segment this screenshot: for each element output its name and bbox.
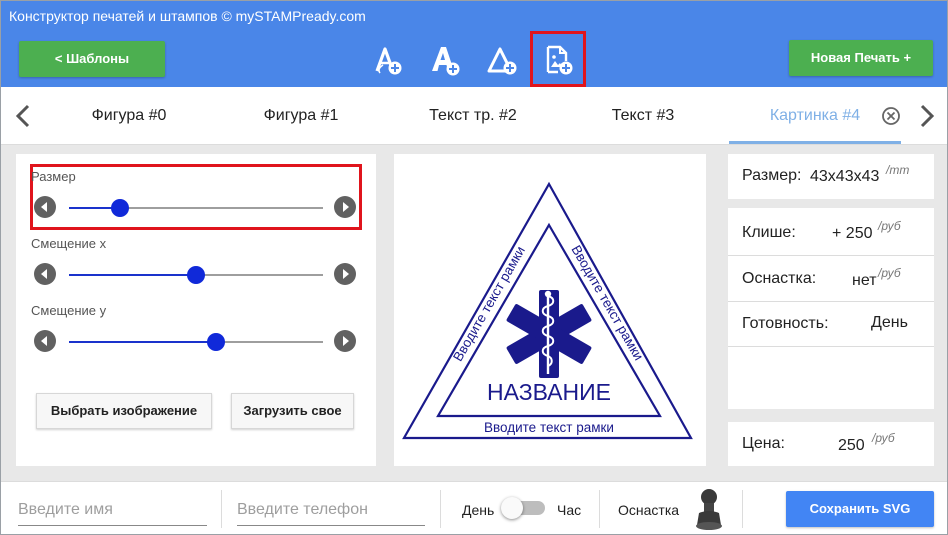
name-input[interactable]: [18, 494, 207, 526]
size-increase-button[interactable]: [334, 196, 356, 218]
tab-text-triangle-2[interactable]: Текст тр. #2: [393, 87, 553, 145]
order-bar: День Час Оснастка Сохранить SVG: [1, 481, 947, 534]
info-divider: [728, 301, 934, 302]
tab-text-3[interactable]: Текст #3: [567, 87, 719, 145]
hour-label: Час: [557, 502, 582, 518]
divider: [742, 490, 743, 528]
tabs-prev-arrow-icon[interactable]: [11, 101, 35, 131]
toolbar: < Шаблоны Новая Печать +: [1, 31, 947, 87]
workspace: Размер Смещение x Смещение y Выбрать изо…: [1, 145, 947, 481]
new-stamp-button[interactable]: Новая Печать +: [789, 40, 933, 76]
price-value: 250: [838, 437, 865, 454]
add-circle-text-icon[interactable]: [371, 43, 405, 77]
stamp-name-text: НАЗВАНИЕ: [487, 379, 611, 405]
choose-image-button[interactable]: Выбрать изображение: [36, 393, 212, 429]
price-label: Цена:: [742, 435, 785, 452]
stamp-preview-panel: Вводите текст рамки Вводите текст рамки …: [394, 154, 706, 466]
close-tab-icon[interactable]: [881, 106, 901, 126]
stamp-handle-icon[interactable]: [691, 487, 727, 533]
size-info-unit: /mm: [886, 163, 910, 177]
app-window: Конструктор печатей и штампов © mySTAMPr…: [0, 0, 948, 535]
add-triangle-text-icon[interactable]: [485, 43, 519, 77]
price-info-card: Цена: 250 /руб: [728, 422, 934, 466]
day-label: День: [462, 502, 495, 518]
mount-info-label: Оснастка:: [742, 270, 817, 287]
image-settings-panel: Размер Смещение x Смещение y Выбрать изо…: [16, 154, 376, 466]
offset-x-slider-thumb[interactable]: [187, 266, 205, 284]
offset-y-decrease-button[interactable]: [34, 330, 56, 352]
layer-tabs: Фигура #0 Фигура #1 Текст тр. #2 Текст #…: [1, 87, 947, 145]
readiness-toggle-knob[interactable]: [501, 497, 523, 519]
stamp-bottom-frame-text: Вводите текст рамки: [484, 420, 614, 435]
window-title: Конструктор печатей и штампов © mySTAMPr…: [1, 1, 947, 31]
upload-own-button[interactable]: Загрузить свое: [231, 393, 354, 429]
cliche-label: Клише:: [742, 224, 796, 241]
info-divider: [728, 255, 934, 256]
cost-info-card: Клише: + 250 /руб Оснастка: нет /руб Гот…: [728, 208, 934, 409]
offset-x-increase-button[interactable]: [334, 263, 356, 285]
offset-x-slider-fill: [69, 274, 196, 276]
add-image-highlight: [530, 31, 586, 87]
tab-figure-1[interactable]: Фигура #1: [223, 87, 379, 145]
offset-x-decrease-button[interactable]: [34, 263, 56, 285]
mount-label: Оснастка: [618, 502, 680, 518]
cliche-value: + 250: [832, 225, 873, 242]
size-info-value: 43x43x43: [810, 168, 880, 185]
price-unit: /руб: [872, 431, 895, 445]
cliche-unit: /руб: [878, 219, 901, 233]
add-text-icon[interactable]: [428, 43, 462, 77]
ready-label: Готовность:: [742, 315, 829, 332]
templates-button[interactable]: < Шаблоны: [19, 41, 165, 77]
tabs-next-arrow-icon[interactable]: [915, 101, 939, 131]
size-slider-thumb[interactable]: [110, 199, 129, 217]
divider: [221, 490, 222, 528]
size-slider-highlight: [30, 164, 362, 230]
mount-info-unit: /руб: [878, 266, 901, 280]
size-slider-label: Размер: [31, 169, 76, 184]
tab-image-4[interactable]: Картинка #4: [737, 87, 893, 145]
offset-x-slider-label: Смещение x: [31, 236, 107, 251]
tab-figure-0[interactable]: Фигура #0: [51, 87, 207, 145]
size-decrease-button[interactable]: [34, 196, 56, 218]
size-info-card: Размер: 43x43x43 /mm: [728, 154, 934, 199]
active-tab-indicator: [729, 141, 901, 144]
star-of-life-icon: [506, 290, 592, 378]
mount-info-value: нет: [852, 272, 877, 289]
ready-value: День: [871, 314, 908, 331]
size-info-label: Размер:: [742, 167, 802, 184]
offset-y-slider-label: Смещение y: [31, 303, 107, 318]
phone-input[interactable]: [237, 494, 425, 526]
info-divider: [728, 346, 934, 347]
divider: [599, 490, 600, 528]
divider: [440, 490, 441, 528]
offset-y-slider-fill: [69, 341, 217, 343]
offset-y-slider-thumb[interactable]: [207, 333, 226, 351]
offset-y-increase-button[interactable]: [334, 330, 356, 352]
stamp-preview: Вводите текст рамки Вводите текст рамки …: [402, 181, 693, 440]
save-svg-button[interactable]: Сохранить SVG: [786, 491, 934, 527]
